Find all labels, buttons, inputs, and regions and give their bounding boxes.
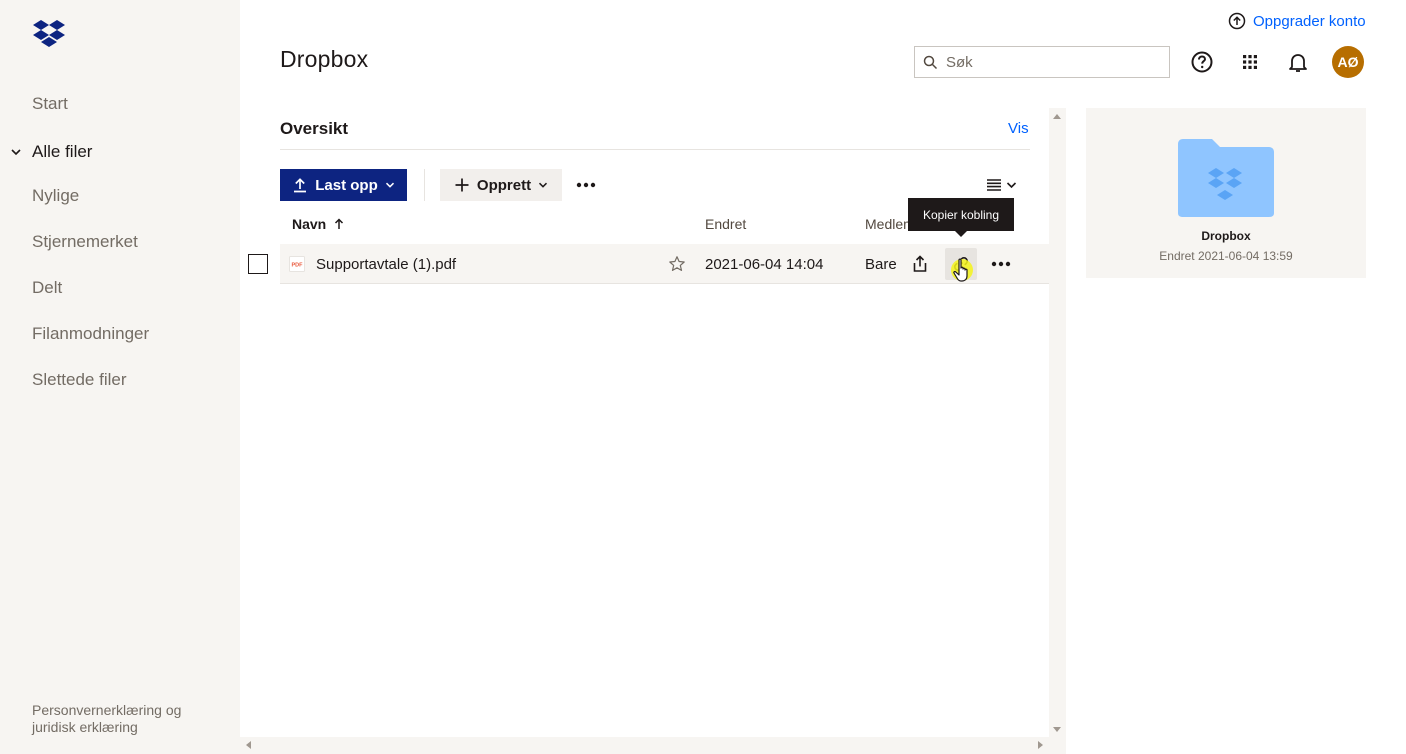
more-horizontal-icon <box>576 182 596 188</box>
column-header-modified[interactable]: Endret <box>705 216 746 232</box>
list-view-icon <box>987 179 1001 191</box>
chevron-down-icon <box>539 182 548 188</box>
sidebar-item-start[interactable]: Start <box>32 94 68 114</box>
folder-icon[interactable] <box>1178 138 1274 218</box>
scrollbar-corner <box>1049 737 1066 754</box>
search-box[interactable] <box>914 46 1170 78</box>
tooltip: Kopier kobling <box>908 198 1014 231</box>
plus-icon <box>455 178 469 192</box>
svg-text:PDF: PDF <box>292 263 304 269</box>
help-button[interactable] <box>1188 48 1216 76</box>
apps-button[interactable] <box>1236 48 1264 76</box>
create-label: Opprett <box>476 176 532 194</box>
bell-icon <box>1289 54 1307 72</box>
file-name[interactable]: Supportavtale (1).pdf <box>316 256 456 273</box>
table-row[interactable]: PDF Supportavtale (1).pdf 2021-06-04 14:… <box>280 244 1049 284</box>
sidebar-item-all-files[interactable]: Alle filer <box>32 142 92 162</box>
search-icon <box>923 55 938 69</box>
overview-title: Oversikt <box>280 119 349 138</box>
file-members: Bare du <box>865 256 896 273</box>
scroll-left-arrow-icon[interactable] <box>246 741 251 749</box>
row-more-button[interactable] <box>985 248 1017 280</box>
divider <box>280 149 1030 150</box>
column-header-name[interactable]: Navn <box>292 216 344 232</box>
upgrade-arrow-icon <box>1228 12 1246 30</box>
notifications-button[interactable] <box>1284 48 1312 76</box>
preview-panel: Dropbox Endret 2021-06-04 13:59 <box>1086 108 1366 278</box>
more-horizontal-icon <box>991 261 1011 267</box>
column-name-label: Navn <box>292 216 327 232</box>
share-icon <box>913 255 927 272</box>
upgrade-label: Oppgrader konto <box>1253 12 1366 30</box>
create-button[interactable]: Opprett <box>440 169 562 201</box>
view-mode-button[interactable] <box>986 174 1026 196</box>
scroll-up-arrow-icon[interactable] <box>1053 114 1061 119</box>
toolbar-divider <box>424 169 425 201</box>
row-checkbox[interactable] <box>248 254 268 274</box>
dropbox-logo-icon[interactable] <box>32 18 66 48</box>
star-icon[interactable] <box>668 255 686 273</box>
share-button[interactable] <box>904 248 936 280</box>
upload-label: Last opp <box>315 176 378 194</box>
tooltip-arrow <box>955 231 967 237</box>
search-input[interactable] <box>946 53 1156 71</box>
sidebar-item-starred[interactable]: Stjernemerket <box>32 232 138 252</box>
page-title: Dropbox <box>280 46 369 72</box>
sidebar-item-shared[interactable]: Delt <box>32 278 62 298</box>
upload-button[interactable]: Last opp <box>280 169 407 201</box>
overview-show-link[interactable]: Vis <box>1008 120 1029 137</box>
privacy-legal-link[interactable]: Personvernerklæring og juridisk erklærin… <box>32 702 212 736</box>
file-modified: 2021-06-04 14:04 <box>705 256 824 273</box>
preview-meta: Endret 2021-06-04 13:59 <box>1159 249 1293 263</box>
pdf-file-icon: PDF <box>289 256 305 272</box>
scroll-right-arrow-icon[interactable] <box>1038 741 1043 749</box>
sidebar-item-file-requests[interactable]: Filanmodninger <box>32 324 149 344</box>
help-icon <box>1191 51 1213 73</box>
chevron-down-icon <box>385 182 394 188</box>
horizontal-scrollbar[interactable] <box>240 737 1049 754</box>
upload-icon <box>294 178 307 193</box>
avatar[interactable]: AØ <box>1332 46 1364 78</box>
sidebar: Start Alle filer Nylige Stjernemerket De… <box>0 0 240 754</box>
hand-cursor-icon <box>951 258 973 282</box>
upgrade-account-link[interactable]: Oppgrader konto <box>1228 12 1366 30</box>
chevron-down-icon[interactable] <box>10 146 22 158</box>
chevron-down-icon <box>1006 182 1017 189</box>
app-grid-icon <box>1243 55 1257 69</box>
sort-ascending-icon <box>335 218 344 229</box>
sidebar-item-recent[interactable]: Nylige <box>32 186 79 206</box>
toolbar-more-button[interactable] <box>573 172 599 198</box>
sidebar-item-deleted-files[interactable]: Slettede filer <box>32 370 127 390</box>
scroll-down-arrow-icon[interactable] <box>1053 727 1061 732</box>
vertical-scrollbar[interactable] <box>1049 108 1066 738</box>
preview-name: Dropbox <box>1201 229 1251 243</box>
